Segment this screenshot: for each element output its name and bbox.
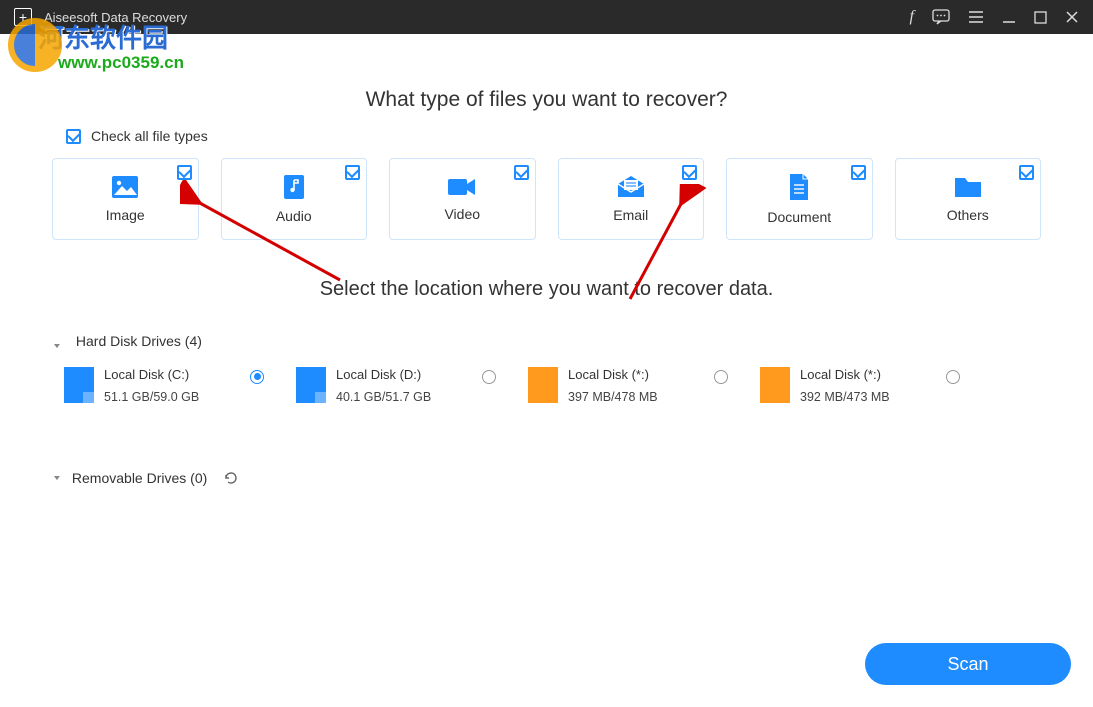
drive-size: 392 MB/473 MB xyxy=(800,390,890,404)
video-icon xyxy=(447,176,477,198)
drive-size: 397 MB/478 MB xyxy=(568,390,658,404)
drive-item[interactable]: Local Disk (*:) 392 MB/473 MB xyxy=(760,367,960,404)
disk-icon xyxy=(760,367,790,403)
card-document[interactable]: Document xyxy=(726,158,873,240)
checkbox-icon xyxy=(851,165,866,180)
email-icon xyxy=(616,175,646,199)
scan-button[interactable]: Scan xyxy=(865,643,1071,685)
card-label: Others xyxy=(947,207,989,223)
title-bar: Aiseesoft Data Recovery f xyxy=(0,0,1093,34)
file-type-cards: Image Audio Video Email xyxy=(52,158,1041,240)
drive-item[interactable]: Local Disk (C:) 51.1 GB/59.0 GB xyxy=(64,367,264,404)
drive-size: 51.1 GB/59.0 GB xyxy=(104,390,199,404)
disk-icon xyxy=(296,367,326,403)
radio-icon[interactable] xyxy=(946,370,960,384)
checkbox-icon xyxy=(66,129,81,144)
card-email[interactable]: Email xyxy=(558,158,705,240)
feedback-icon[interactable] xyxy=(932,9,950,25)
caret-down-icon[interactable]: ▼ xyxy=(52,342,62,350)
drive-name: Local Disk (*:) xyxy=(568,367,649,382)
menu-icon[interactable] xyxy=(968,10,984,24)
drive-size: 40.1 GB/51.7 GB xyxy=(336,390,431,404)
document-icon xyxy=(788,173,810,201)
facebook-icon[interactable]: f xyxy=(910,8,914,26)
refresh-icon[interactable] xyxy=(223,470,239,486)
drive-item[interactable]: Local Disk (*:) 397 MB/478 MB xyxy=(528,367,728,404)
checkbox-icon xyxy=(177,165,192,180)
radio-icon[interactable] xyxy=(482,370,496,384)
folder-icon xyxy=(953,175,983,199)
maximize-icon[interactable] xyxy=(1034,11,1047,24)
card-label: Audio xyxy=(276,208,312,224)
card-label: Email xyxy=(613,207,648,223)
checkbox-icon xyxy=(1019,165,1034,180)
heading-file-types: What type of files you want to recover? xyxy=(52,88,1041,112)
drive-name: Local Disk (*:) xyxy=(800,367,881,382)
radio-icon[interactable] xyxy=(714,370,728,384)
drives-list: Local Disk (C:) 51.1 GB/59.0 GB Local Di… xyxy=(52,367,1041,404)
checkbox-icon xyxy=(345,165,360,180)
checkbox-icon xyxy=(682,165,697,180)
drive-item[interactable]: Local Disk (D:) 40.1 GB/51.7 GB xyxy=(296,367,496,404)
disk-icon xyxy=(64,367,94,403)
drive-name: Local Disk (D:) xyxy=(336,367,421,382)
radio-icon[interactable] xyxy=(250,370,264,384)
card-label: Video xyxy=(444,206,480,222)
card-audio[interactable]: Audio xyxy=(221,158,368,240)
close-icon[interactable] xyxy=(1065,10,1079,24)
minimize-icon[interactable] xyxy=(1002,10,1016,24)
check-all-label: Check all file types xyxy=(91,128,208,144)
app-title: Aiseesoft Data Recovery xyxy=(44,10,910,25)
app-logo-icon xyxy=(14,8,32,26)
check-all-file-types[interactable]: Check all file types xyxy=(66,128,1041,144)
card-image[interactable]: Image xyxy=(52,158,199,240)
card-others[interactable]: Others xyxy=(895,158,1042,240)
card-label: Image xyxy=(106,207,145,223)
checkbox-icon xyxy=(514,165,529,180)
heading-location: Select the location where you want to re… xyxy=(52,278,1041,301)
hdd-section-label: Hard Disk Drives (4) xyxy=(76,333,202,349)
removable-section-label: Removable Drives (0) xyxy=(72,470,207,486)
disk-icon xyxy=(528,367,558,403)
card-video[interactable]: Video xyxy=(389,158,536,240)
card-label: Document xyxy=(767,209,831,225)
drive-name: Local Disk (C:) xyxy=(104,367,189,382)
image-icon xyxy=(111,175,139,199)
audio-icon xyxy=(281,174,307,200)
caret-down-icon[interactable]: ▼ xyxy=(52,474,62,482)
